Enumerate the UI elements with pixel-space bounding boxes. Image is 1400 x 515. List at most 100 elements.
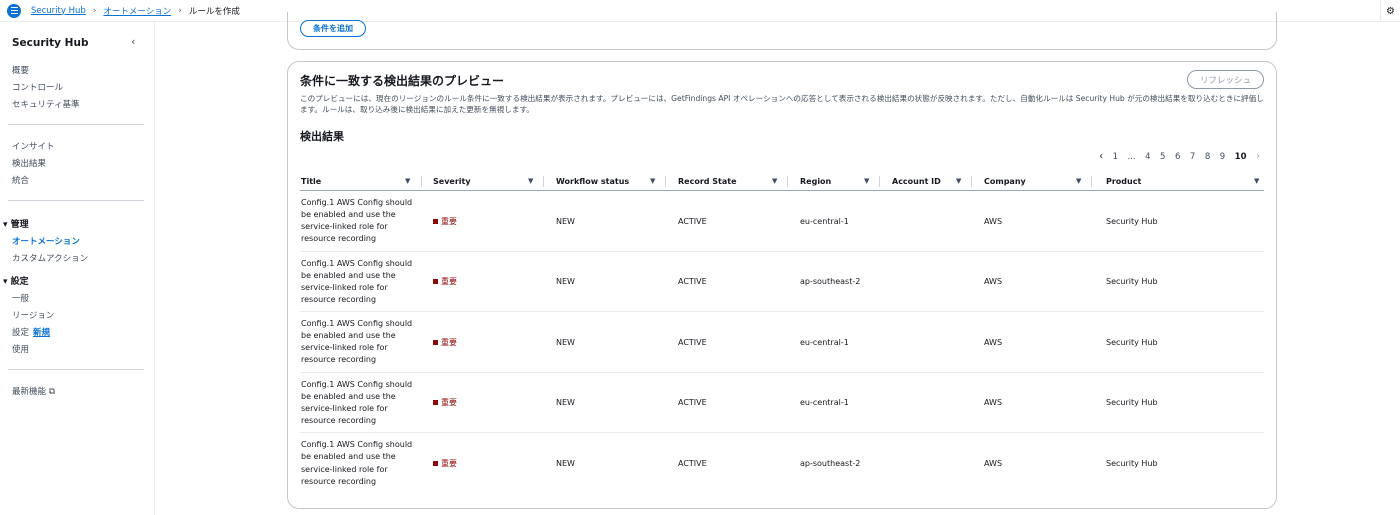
- column-divider[interactable]: [421, 176, 422, 187]
- sidebar-item-general[interactable]: 一般: [12, 292, 29, 304]
- sidebar-item-findings[interactable]: 検出結果: [12, 157, 46, 169]
- sidebar-item-security-standards[interactable]: セキュリティ基準: [12, 98, 80, 110]
- cell-title: Config.1 AWS Config should be enabled an…: [301, 198, 413, 244]
- table-row[interactable]: Config.1 AWS Config should be enabled an…: [300, 373, 1264, 434]
- sidebar-item-latest-features[interactable]: 最新機能 ⧉: [12, 385, 55, 397]
- cell-region: ap-southeast-2: [800, 277, 861, 287]
- cell-severity: 重要: [433, 373, 457, 433]
- cell-severity: 重要: [433, 191, 457, 251]
- table-row[interactable]: Config.1 AWS Config should be enabled an…: [300, 433, 1264, 494]
- sort-caret-icon[interactable]: ▼: [864, 177, 869, 185]
- refresh-button[interactable]: リフレッシュ: [1186, 70, 1264, 89]
- column-divider[interactable]: [665, 176, 666, 187]
- column-header-workflow-status[interactable]: Workflow status ▼: [556, 172, 678, 191]
- cell-company: AWS: [984, 277, 1003, 287]
- cell-company: AWS: [984, 216, 1003, 226]
- column-label: Account ID: [892, 177, 941, 186]
- sort-caret-icon[interactable]: ▼: [405, 177, 410, 185]
- page-link[interactable]: 7: [1190, 152, 1195, 162]
- sort-caret-icon[interactable]: ▼: [1254, 177, 1259, 185]
- sidebar-item-custom-actions[interactable]: カスタムアクション: [12, 252, 88, 264]
- column-label: Product: [1106, 177, 1142, 186]
- page-link[interactable]: 1: [1113, 152, 1118, 162]
- findings-preview-panel: 条件に一致する検出結果のプレビュー リフレッシュ このプレビューには、現在のリー…: [287, 61, 1277, 509]
- sidebar-item-automation[interactable]: オートメーション: [12, 235, 80, 247]
- pager-next-icon[interactable]: ›: [1256, 151, 1260, 162]
- collapse-chevron-icon[interactable]: ‹: [131, 35, 135, 48]
- sort-caret-icon[interactable]: ▼: [956, 177, 961, 185]
- severity-icon: [433, 400, 438, 406]
- cell-product: Security Hub: [1106, 458, 1158, 468]
- table-row[interactable]: Config.1 AWS Config should be enabled an…: [300, 191, 1264, 252]
- column-label: Severity: [433, 177, 471, 186]
- breadcrumb-link-security-hub[interactable]: Security Hub: [31, 6, 86, 16]
- cell-workflow-status: NEW: [556, 398, 575, 408]
- sidebar-item-controls[interactable]: コントロール: [12, 81, 63, 93]
- cell-title: Config.1 AWS Config should be enabled an…: [301, 379, 413, 426]
- cell-severity: 重要: [433, 312, 457, 372]
- conditions-panel: 条件を追加: [287, 12, 1277, 50]
- sort-caret-icon[interactable]: ▼: [1076, 177, 1081, 185]
- column-header-record-state[interactable]: Record State ▼: [678, 172, 800, 191]
- column-divider[interactable]: [971, 176, 972, 187]
- cell-region: eu-central-1: [800, 216, 849, 226]
- sidebar-section-label: 設定: [10, 277, 29, 287]
- sidebar-item-usage[interactable]: 使用: [12, 343, 29, 355]
- column-label: Record State: [678, 177, 737, 186]
- cell-region: eu-central-1: [800, 337, 849, 347]
- sidebar-item-integrations[interactable]: 統合: [12, 174, 29, 186]
- sidebar-section-label: 管理: [10, 220, 29, 230]
- sort-caret-icon[interactable]: ▼: [650, 177, 655, 185]
- column-header-company[interactable]: Company ▼: [984, 172, 1104, 191]
- page-link[interactable]: 6: [1175, 152, 1180, 162]
- page-current[interactable]: 10: [1235, 152, 1247, 162]
- column-divider[interactable]: [787, 176, 788, 187]
- cell-product: Security Hub: [1106, 216, 1158, 226]
- column-label: Company: [984, 177, 1026, 186]
- pagination: ‹ 1 ... 4 5 6 7 8 9 10 ›: [1099, 151, 1260, 162]
- table-row[interactable]: Config.1 AWS Config should be enabled an…: [300, 252, 1264, 313]
- sort-caret-icon[interactable]: ▼: [528, 177, 533, 185]
- table-row[interactable]: Config.1 AWS Config should be enabled an…: [300, 312, 1264, 373]
- settings-icon[interactable]: ⚙: [1380, 0, 1400, 22]
- page-link[interactable]: 5: [1160, 152, 1165, 162]
- sidebar-item-regions[interactable]: リージョン: [12, 309, 54, 321]
- sidebar-item-summary[interactable]: 概要: [12, 64, 29, 76]
- column-divider[interactable]: [543, 176, 544, 187]
- cell-workflow-status: NEW: [556, 458, 575, 468]
- column-header-region[interactable]: Region ▼: [800, 172, 890, 191]
- cell-record-state: ACTIVE: [678, 277, 707, 287]
- pager-prev-icon[interactable]: ‹: [1099, 151, 1103, 162]
- severity-label: 重要: [441, 277, 457, 287]
- external-link-icon: ⧉: [48, 387, 56, 397]
- sidebar-item-label: 最新機能: [12, 387, 47, 397]
- sidebar-item-insights[interactable]: インサイト: [12, 140, 55, 152]
- column-label: Region: [800, 177, 832, 186]
- cell-title: Config.1 AWS Config should be enabled an…: [301, 440, 413, 486]
- cell-region: ap-southeast-2: [800, 458, 861, 468]
- breadcrumb-current: ルールを作成: [188, 6, 240, 17]
- page-link[interactable]: 4: [1145, 152, 1150, 162]
- column-header-account-id[interactable]: Account ID ▼: [892, 172, 982, 191]
- menu-icon[interactable]: [7, 3, 21, 18]
- column-header-severity[interactable]: Severity ▼: [433, 172, 555, 191]
- cell-record-state: ACTIVE: [678, 398, 707, 408]
- sort-caret-icon[interactable]: ▼: [772, 177, 777, 185]
- column-divider[interactable]: [879, 176, 880, 187]
- breadcrumb-link-automation[interactable]: オートメーション: [103, 5, 171, 17]
- column-divider[interactable]: [1091, 176, 1092, 187]
- page-link[interactable]: 9: [1220, 152, 1225, 162]
- cell-workflow-status: NEW: [556, 277, 575, 287]
- sidebar-section-manage[interactable]: ▾ 管理: [3, 217, 29, 230]
- sidebar: Security Hub ‹ 概要 コントロール セキュリティ基準 インサイト …: [0, 22, 155, 515]
- sidebar-item-configuration[interactable]: 設定 新規: [12, 326, 50, 338]
- column-header-title[interactable]: Title ▼: [301, 172, 422, 191]
- severity-icon: [433, 218, 438, 224]
- sidebar-divider: [8, 200, 144, 201]
- cell-title: Config.1 AWS Config should be enabled an…: [301, 319, 413, 365]
- add-condition-button[interactable]: 条件を追加: [300, 20, 366, 37]
- column-header-product[interactable]: Product ▼: [1106, 172, 1264, 191]
- page-link[interactable]: 8: [1205, 152, 1210, 162]
- cell-workflow-status: NEW: [556, 216, 575, 226]
- sidebar-section-settings[interactable]: ▾ 設定: [3, 274, 29, 287]
